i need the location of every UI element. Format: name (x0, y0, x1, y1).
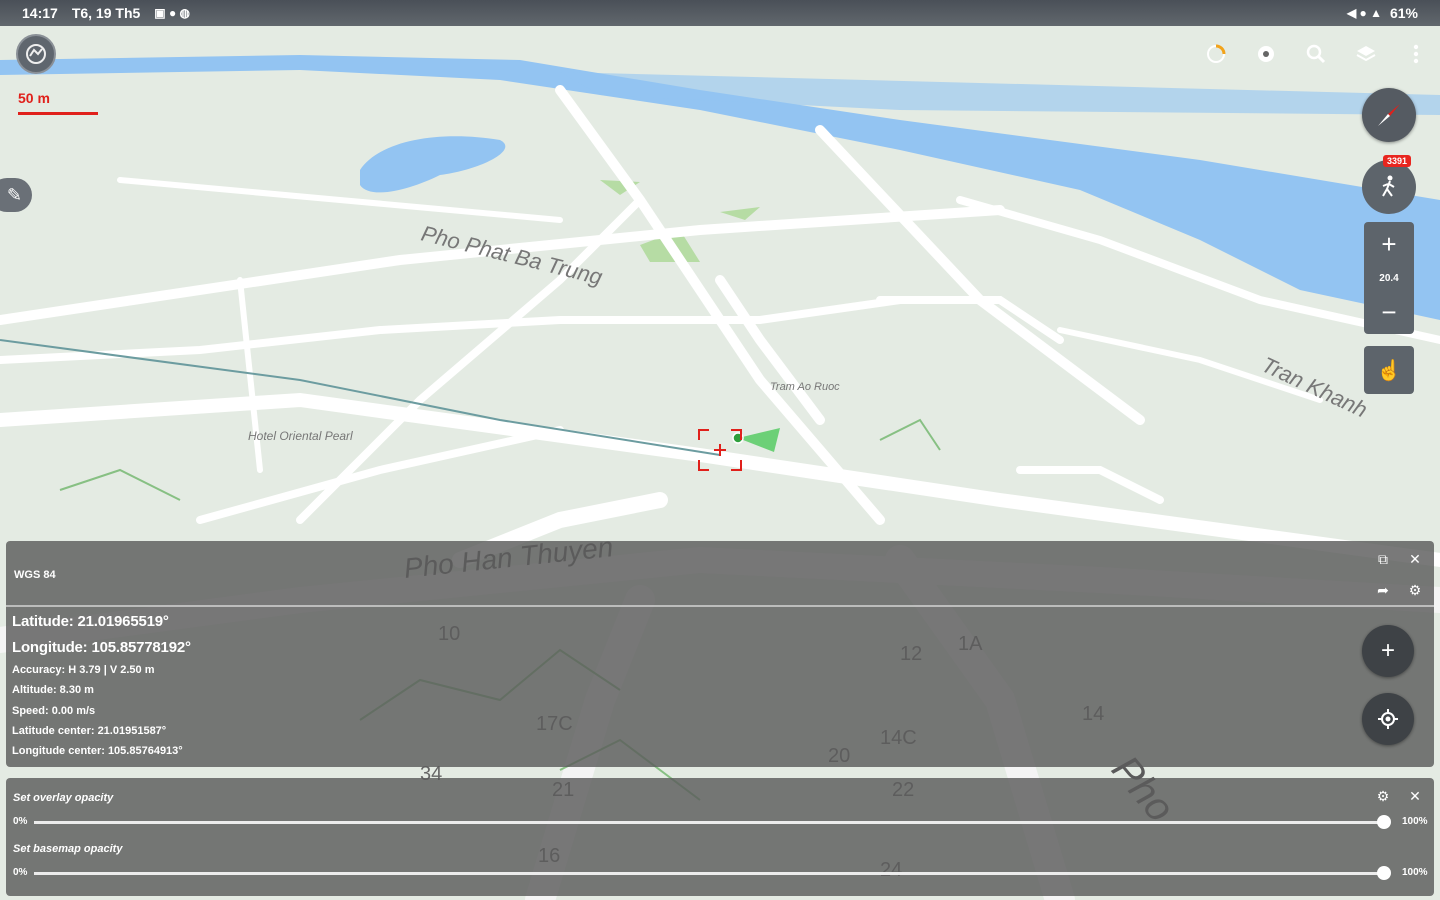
measure-icon[interactable] (1202, 40, 1230, 68)
latitude-value: Latitude: 21.01965519° (12, 613, 169, 630)
notification-icon: ▣ ● ◍ (154, 6, 191, 20)
top-toolbar (0, 26, 1440, 82)
overlay-opacity-slider[interactable] (34, 821, 1384, 824)
basemap-opacity-slider[interactable] (34, 872, 1384, 875)
longitude-center-value: Longitude center: 105.85764913° (12, 745, 183, 757)
overlay-max-label: 100% (1402, 816, 1428, 827)
opacity-panel: ⚙ ✕ Set overlay opacity 0% 100% Set base… (6, 778, 1434, 896)
status-battery: 61% (1389, 5, 1418, 21)
basemap-max-label: 100% (1402, 867, 1428, 878)
speed-value: Speed: 0.00 m/s (12, 705, 96, 717)
settings-icon[interactable]: ⚙ (1406, 581, 1424, 599)
overlay-opacity-label: Set overlay opacity (13, 792, 114, 804)
compass-icon[interactable] (1362, 88, 1416, 142)
coordinate-info-panel: WGS 84 ⧉ ✕ ➦ ⚙ Latitude: 21.01965519° Lo… (6, 541, 1434, 767)
search-icon[interactable] (1302, 40, 1330, 68)
status-bar: 14:17 T6, 19 Th5 ▣ ● ◍ ◀ ● ▲ 61% (0, 0, 1440, 26)
close-icon[interactable]: ✕ (1406, 787, 1424, 805)
altitude-value: Altitude: 8.30 m (12, 684, 94, 696)
zoom-controls: + 20.4 − (1364, 222, 1414, 334)
settings-icon[interactable] (1252, 40, 1280, 68)
map-scale-bar: 50 m (18, 90, 98, 115)
more-icon[interactable] (1402, 40, 1430, 68)
signal-icon: ◀ ● ▲ (1346, 6, 1382, 20)
layers-icon[interactable] (1352, 40, 1380, 68)
street-label: Tram Ao Ruoc (770, 381, 840, 393)
divider (6, 605, 1434, 607)
overlay-min-label: 0% (13, 816, 28, 827)
gps-walk-icon[interactable] (1362, 160, 1416, 214)
latitude-center-value: Latitude center: 21.01951587° (12, 725, 167, 737)
status-time: 14:17 (22, 5, 58, 21)
app-logo-icon[interactable] (16, 34, 56, 74)
panel-title: WGS 84 (14, 569, 56, 581)
add-icon[interactable]: + (1362, 625, 1414, 677)
touch-icon[interactable]: ☝ (1364, 346, 1414, 394)
zoom-out-icon[interactable]: − (1364, 290, 1414, 334)
copy-icon[interactable]: ⧉ (1374, 550, 1392, 568)
overlay-slider-thumb[interactable] (1377, 815, 1391, 829)
share-icon[interactable]: ➦ (1374, 581, 1392, 599)
status-date: T6, 19 Th5 (71, 5, 141, 21)
map-crosshair (698, 429, 742, 471)
locate-icon[interactable] (1362, 693, 1414, 745)
basemap-opacity-label: Set basemap opacity (13, 843, 123, 855)
close-icon[interactable]: ✕ (1406, 550, 1424, 568)
street-label: Hotel Oriental Pearl (248, 429, 353, 443)
basemap-min-label: 0% (13, 867, 28, 878)
zoom-level: 20.4 (1379, 272, 1399, 284)
gps-badge: 3391 (1383, 155, 1412, 167)
scale-label: 50 m (18, 90, 50, 106)
zoom-in-icon[interactable]: + (1364, 222, 1414, 266)
longitude-value: Longitude: 105.85778192° (12, 639, 191, 656)
settings-icon[interactable]: ⚙ (1374, 787, 1392, 805)
basemap-slider-thumb[interactable] (1377, 866, 1391, 880)
accuracy-value: Accuracy: H 3.79 | V 2.50 m (12, 664, 155, 676)
scale-line (18, 112, 98, 115)
